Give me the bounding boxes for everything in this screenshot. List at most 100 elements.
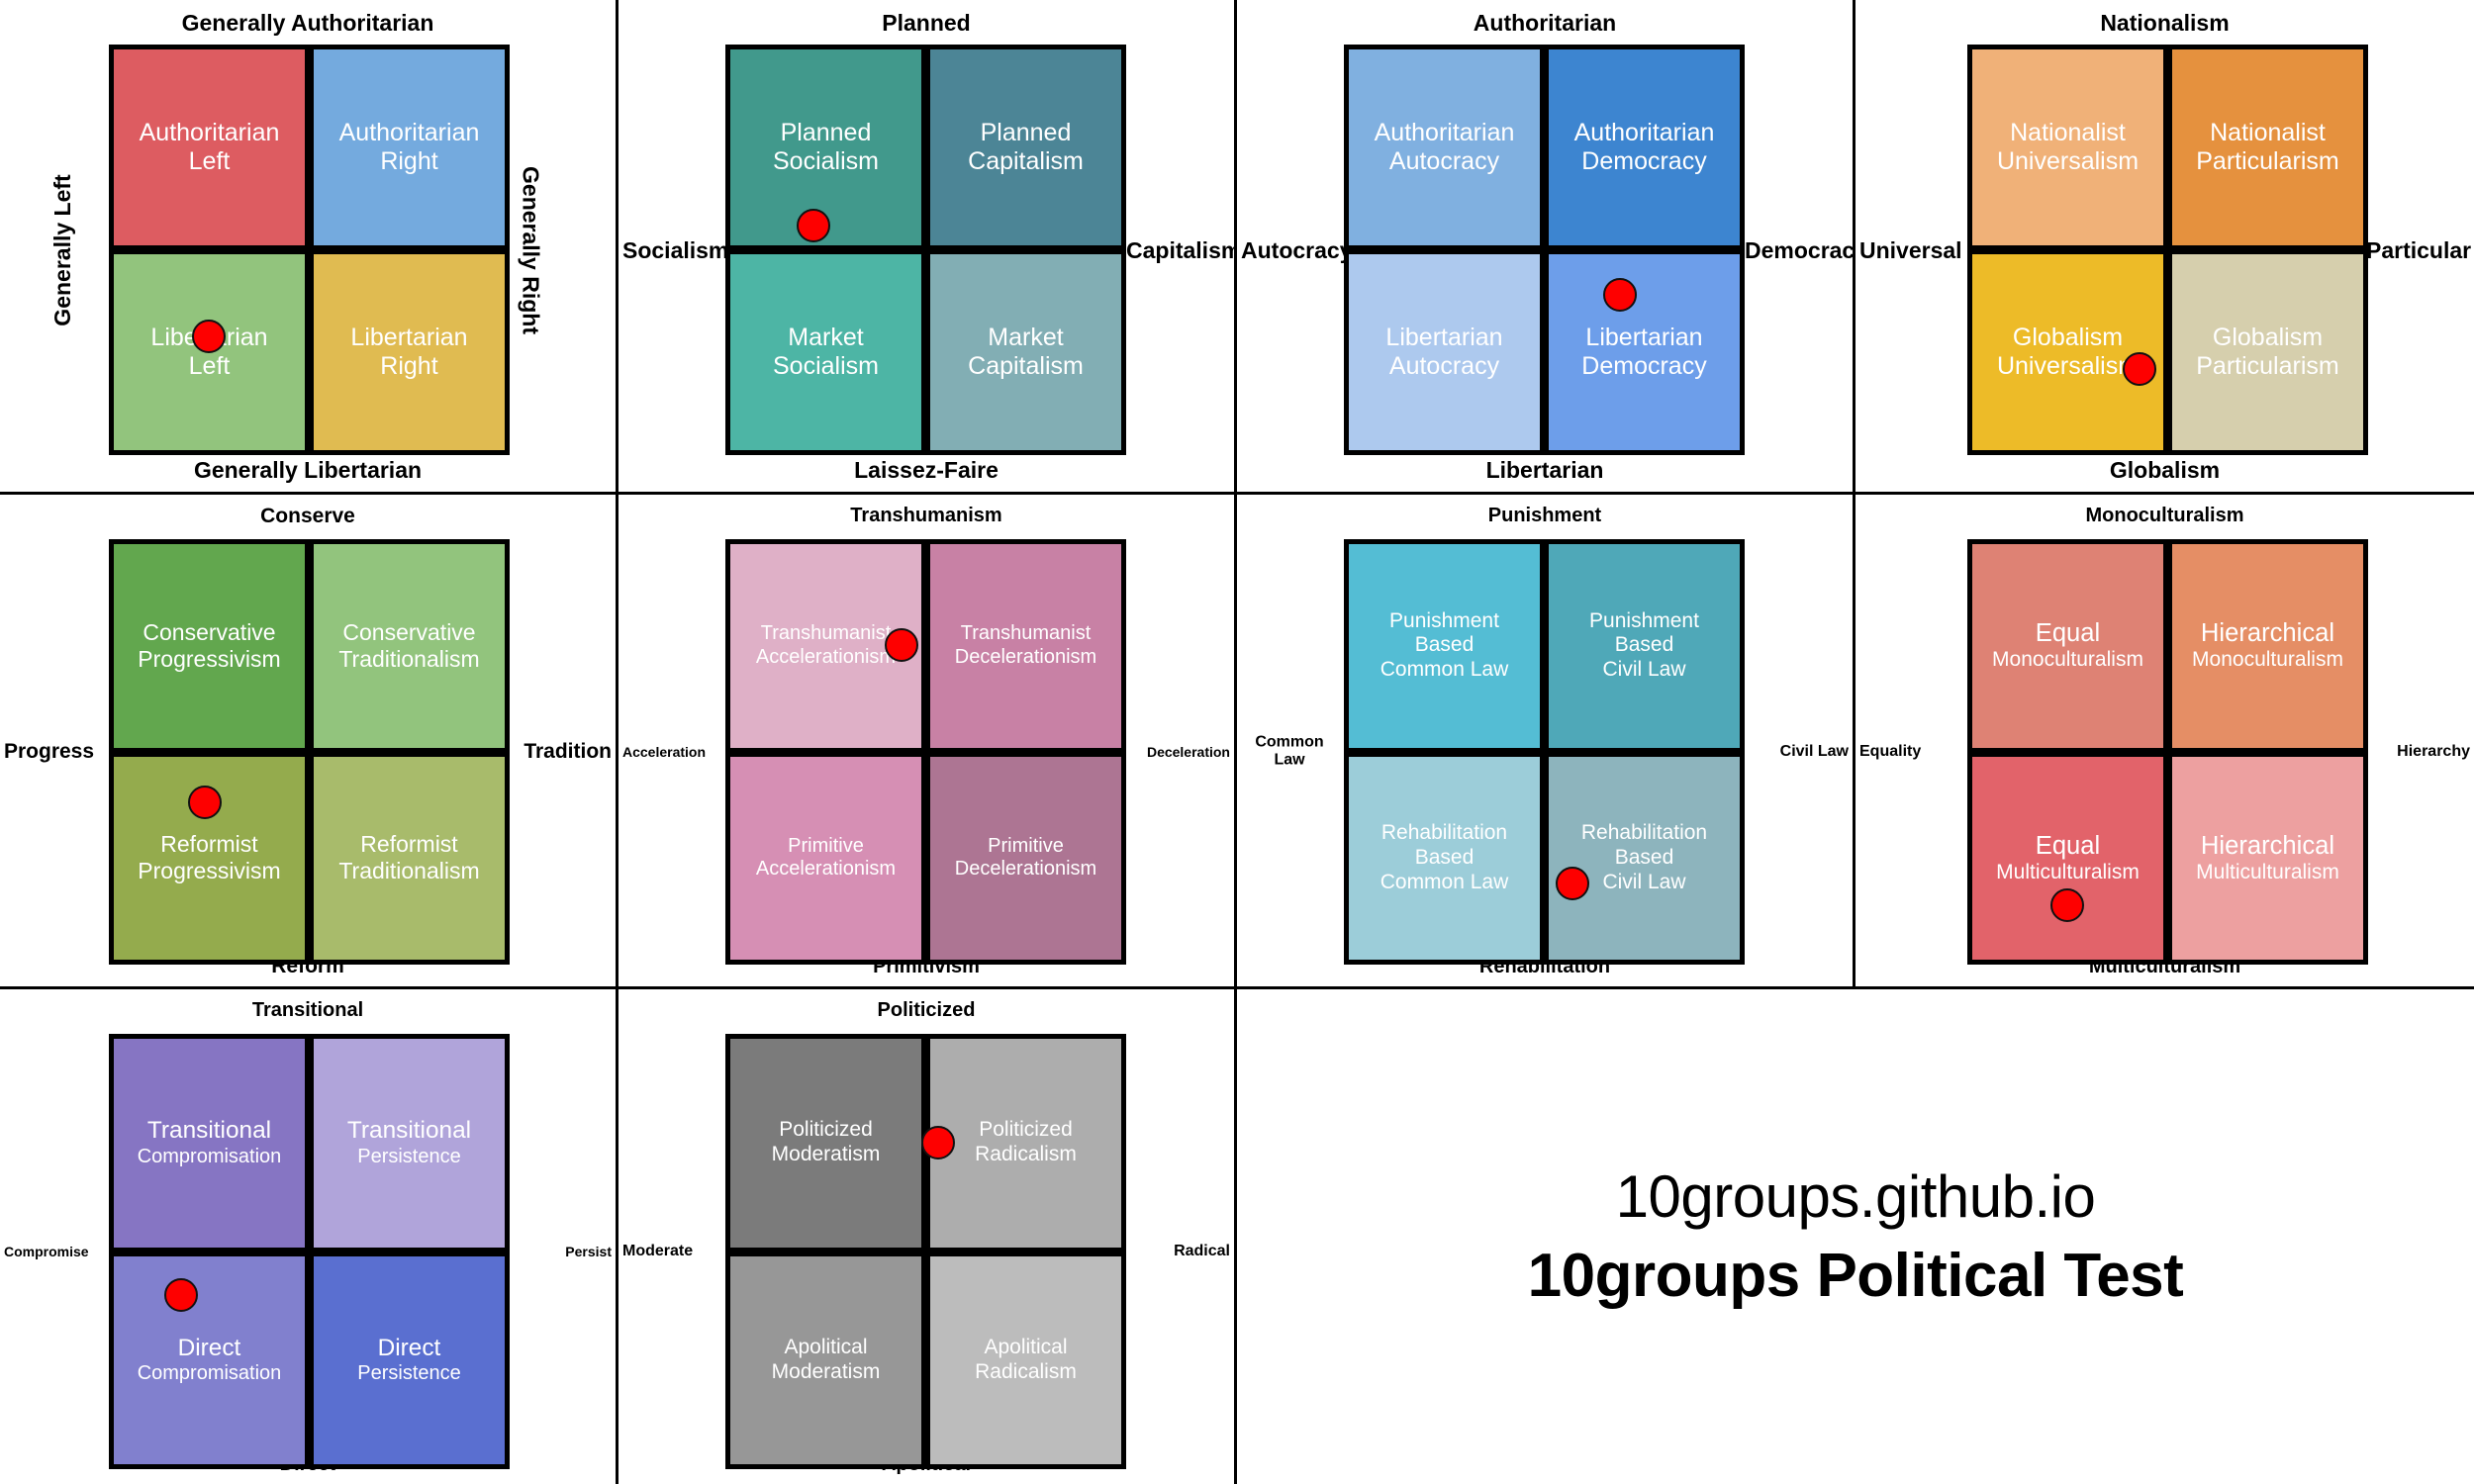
quadrant-matrix: Transitional Compromisation Transitional Pe…	[109, 1034, 510, 1469]
test-title: 10groups Political Test	[1527, 1242, 2184, 1310]
quadrant-label-line2: Progressivism	[138, 645, 281, 672]
quadrant-label: Transitional Compromisation	[134, 1117, 286, 1168]
quadrant-3[interactable]: Market Socialism	[730, 254, 921, 450]
quadrant-4[interactable]: Globalism Particularism	[2172, 254, 2363, 450]
chart-panel-transhumanism-primitivism: Transhumanism Primitivism Acceleration Dece…	[618, 495, 1237, 989]
chart-left-right-auth-lib: Generally Authoritarian Generally Liberta…	[0, 0, 616, 492]
quadrant-label-line1: Rehabilitation	[1580, 821, 1708, 845]
quadrant-4[interactable]: Hierarchical Multiculturalism	[2172, 756, 2363, 960]
quadrant-label: Equal Multiculturalism	[1992, 831, 2143, 885]
quadrant-3[interactable]: Direct Compromisation	[114, 1255, 305, 1464]
quadrant-label-line2: Compromisation	[137, 1362, 282, 1385]
quadrant-1[interactable]: Authoritarian Left	[114, 49, 305, 245]
axis-label-top: Planned	[882, 10, 971, 36]
quadrant-2[interactable]: Conservative Traditionalism	[314, 544, 505, 748]
quadrant-4[interactable]: Reformist Traditionalism	[314, 756, 505, 960]
result-marker	[192, 319, 227, 353]
axis-label-left: Autocracy	[1241, 236, 1353, 263]
quadrant-2[interactable]: Transitional Persistence	[314, 1039, 505, 1248]
quadrant-label-line1: Transhumanist	[960, 622, 1092, 645]
axis-label-left: Generally Left	[49, 173, 75, 326]
quadrant-3[interactable]: Primitive Accelerationism	[730, 756, 921, 960]
quadrant-label-line1: Globalism	[2012, 323, 2124, 351]
axis-label-top: Politicized	[877, 999, 976, 1021]
quadrant-label-line2: Capitalism	[968, 352, 1084, 380]
quadrant-label-line3: Common Law	[1380, 658, 1509, 682]
quadrant-label-line3: Civil Law	[1602, 870, 1686, 893]
quadrant-label: Nationalist Particularism	[2192, 119, 2342, 177]
quadrant-3[interactable]: Rehabilitation Based Common Law	[1349, 756, 1540, 960]
quadrant-label-line1: Reformist	[360, 831, 458, 858]
chart-panel-transitional-direct: Transitional Direct Compromise Persist Trans…	[0, 989, 618, 1484]
quadrant-label: Hierarchical Monoculturalism	[2188, 618, 2347, 673]
axis-label-right: Particular	[2366, 236, 2472, 263]
quadrant-2[interactable]: Authoritarian Right	[314, 49, 505, 245]
quadrant-label-line2: Monoculturalism	[2192, 648, 2343, 672]
quadrant-2[interactable]: Transhumanist Decelerationism	[930, 544, 1121, 748]
axis-label-top: Nationalism	[2100, 10, 2230, 36]
quadrant-label-line1: Politicized	[979, 1118, 1073, 1142]
quadrant-label: Direct Compromisation	[134, 1335, 286, 1386]
quadrant-matrix: AuthoritarianLeft AuthoritarianRightLiber…	[109, 45, 510, 455]
quadrant-label-line2: Universalism	[1996, 352, 2140, 380]
quadrant-1[interactable]: Nationalist Universalism	[1972, 49, 2163, 245]
quadrant-label-line2: Based	[1414, 845, 1475, 869]
quadrant-label-line2: Decelerationism	[954, 645, 1097, 668]
quadrant-1[interactable]: Authoritarian Autocracy	[1349, 49, 1540, 245]
quadrant-label: Punishment Based Civil Law	[1585, 609, 1703, 683]
chart-transitional-direct: Transitional Direct Compromise Persist Trans…	[0, 989, 616, 1484]
axis-label-top: Punishment	[1487, 505, 1602, 526]
quadrant-1[interactable]: Transitional Compromisation	[114, 1039, 305, 1248]
axis-label-right: Tradition	[523, 739, 612, 763]
quadrant-4[interactable]: Libertarian Right	[314, 254, 505, 450]
quadrant-2[interactable]: Punishment Based Civil Law	[1549, 544, 1740, 748]
quadrant-label-line2: Socialism	[773, 352, 879, 380]
quadrant-1[interactable]: Punishment Based Common Law	[1349, 544, 1540, 748]
quadrant-label: Direct Persistence	[353, 1335, 465, 1386]
quadrant-1[interactable]: Equal Monoculturalism	[1972, 544, 2163, 748]
quadrant-3[interactable]: Libertarian Autocracy	[1349, 254, 1540, 450]
quadrant-matrix: Punishment Based Common Law Punishment Based…	[1344, 539, 1745, 965]
axis-label-left: Equality	[1859, 742, 1922, 760]
quadrant-4[interactable]: Market Capitalism	[930, 254, 1121, 450]
quadrant-label: Authoritarian Left	[136, 119, 284, 177]
axis-label-top: Transitional	[251, 999, 364, 1021]
axis-label-left: Progress	[4, 739, 95, 763]
axis-label-right: Capitalism	[1126, 236, 1242, 263]
axis-label-bottom: Generally Libertarian	[193, 457, 423, 483]
quadrant-label-line2: Autocracy	[1388, 147, 1500, 175]
quadrant-4[interactable]: Primitive Decelerationism	[930, 756, 1121, 960]
quadrant-label: Hierarchical Multiculturalism	[2192, 831, 2343, 885]
quadrant-2[interactable]: Planned Capitalism	[930, 49, 1121, 245]
quadrant-label: Libertarian Autocracy	[1381, 324, 1506, 382]
chart-punishment-rehabilitation: Punishment Rehabilitation Common Law Civil …	[1237, 495, 1853, 986]
quadrant-4[interactable]: Apolitical Radicalism	[930, 1255, 1121, 1464]
chart-panel-conserve-reform: Conserve Reform Progress Tradition Conservat…	[0, 495, 618, 989]
quadrant-label: Nationalist Universalism	[1993, 119, 2142, 177]
quadrant-2[interactable]: Politicized Radicalism	[930, 1039, 1121, 1248]
quadrant-label-line1: Globalism	[2212, 323, 2324, 351]
quadrant-label: Market Socialism	[769, 324, 883, 382]
quadrant-2[interactable]: Nationalist Particularism	[2172, 49, 2363, 245]
quadrant-label: Primitive Accelerationism	[752, 835, 900, 881]
quadrant-1[interactable]: Politicized Moderatism	[730, 1039, 921, 1248]
quadrant-3[interactable]: Equal Multiculturalism	[1972, 756, 2163, 960]
result-marker	[163, 1277, 198, 1312]
quadrant-label-line1: Equal	[2035, 831, 2101, 860]
quadrant-label-line2: Autocracy	[1388, 352, 1500, 380]
quadrant-4[interactable]: Libertarian Democracy	[1549, 254, 1740, 450]
quadrant-4[interactable]: Rehabilitation Based Civil Law	[1549, 756, 1740, 960]
quadrant-4[interactable]: Direct Persistence	[314, 1255, 505, 1464]
quadrant-2[interactable]: Authoritarian Democracy	[1549, 49, 1740, 245]
quadrant-label-line2: Multiculturalism	[1996, 860, 2140, 883]
quadrant-label: Rehabilitation Based Common Law	[1377, 821, 1513, 894]
quadrant-3[interactable]: Apolitical Moderatism	[730, 1255, 921, 1464]
quadrant-label-line1: Libertarian	[1585, 323, 1703, 351]
quadrant-label-line1: Rehabilitation	[1380, 821, 1508, 845]
quadrant-label-line1: Apolitical	[984, 1335, 1068, 1358]
axis-label-left: Compromise	[4, 1243, 89, 1259]
quadrant-1[interactable]: Conservative Progressivism	[114, 544, 305, 748]
axis-label-right: Generally Right	[518, 165, 544, 334]
quadrant-label-line2: Persistence	[357, 1145, 461, 1167]
quadrant-2[interactable]: Hierarchical Monoculturalism	[2172, 544, 2363, 748]
